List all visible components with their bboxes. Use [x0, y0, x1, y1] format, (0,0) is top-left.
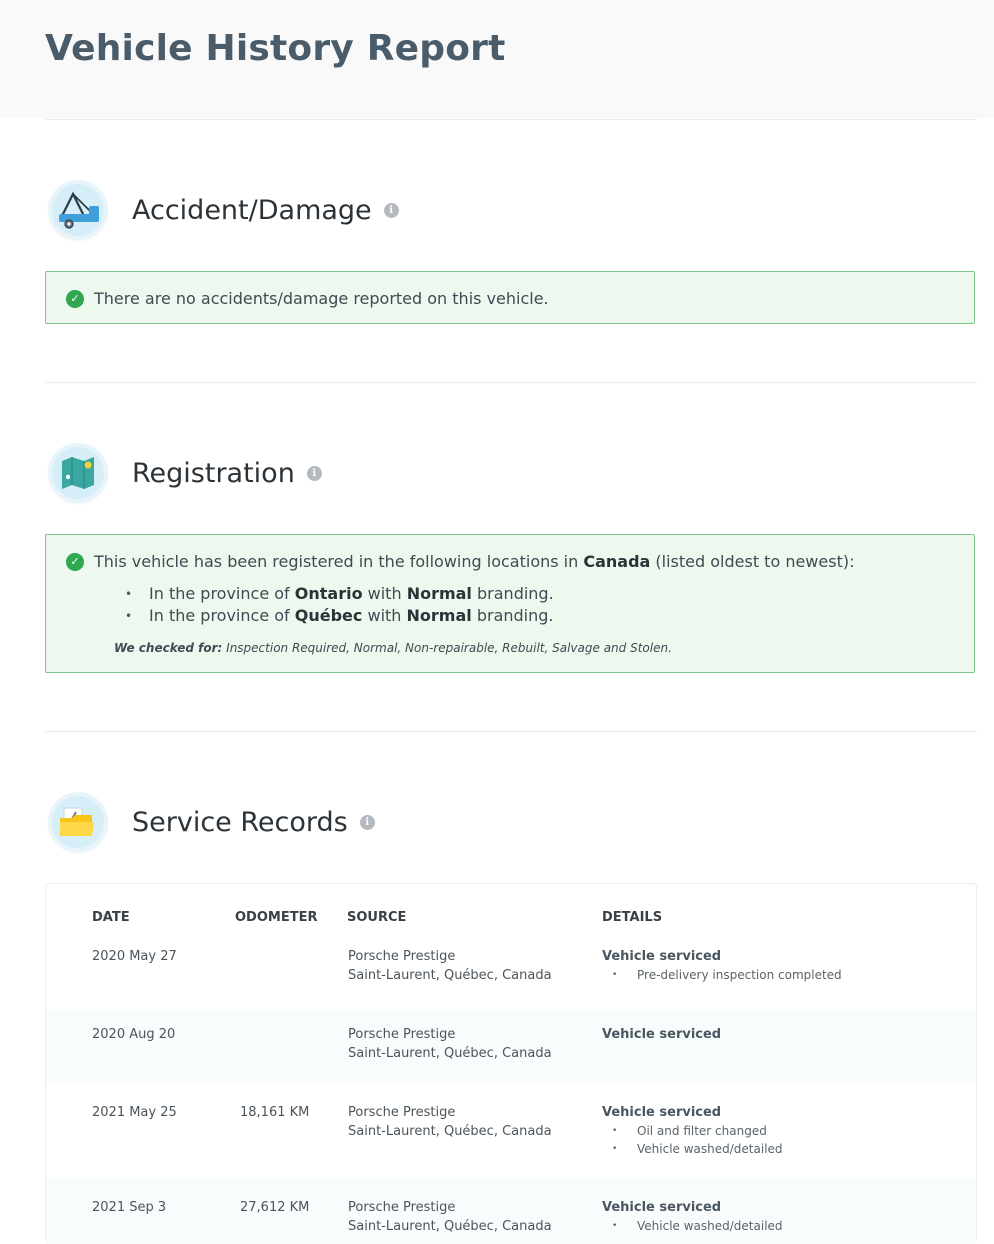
- registration-section-header: Registration i: [48, 443, 322, 503]
- divider: [45, 382, 977, 383]
- registration-status-box: ✓ This vehicle has been registered in th…: [45, 534, 975, 673]
- list-item: Oil and filter changed: [602, 1122, 783, 1140]
- info-icon[interactable]: i: [359, 814, 375, 830]
- table-row: 2020 Aug 20 Porsche Prestige Saint-Lauren…: [46, 1011, 976, 1084]
- country-name: Canada: [583, 552, 651, 571]
- accident-message: There are no accidents/damage reported o…: [94, 289, 549, 308]
- folder-wrench-icon: [48, 792, 108, 852]
- list-item: Vehicle washed/detailed: [602, 1217, 783, 1235]
- row-details: Vehicle serviced Vehicle washed/detailed: [602, 1198, 783, 1235]
- row-date: 2021 Sep 3: [92, 1200, 167, 1215]
- row-source: Porsche Prestige Saint-Laurent, Québec, C…: [348, 1200, 552, 1234]
- table-row: 2020 May 27 Porsche Prestige Saint-Lauren…: [46, 939, 976, 1011]
- tow-truck-icon: [48, 180, 108, 240]
- service-section-header: Service Records i: [48, 792, 375, 852]
- service-records-table: DATE ⌵ ODOMETER SOURCE DETAILS 2020 May 2…: [45, 883, 977, 1244]
- registration-title: Registration: [132, 457, 295, 489]
- list-item: In the province of Ontario with Normal b…: [125, 583, 974, 605]
- row-details: Vehicle serviced: [602, 1027, 722, 1042]
- row-date: 2020 Aug 20: [92, 1027, 176, 1042]
- row-date: 2021 May 25: [92, 1105, 177, 1120]
- table-header: DATE ⌵ ODOMETER SOURCE DETAILS: [92, 910, 663, 925]
- registration-intro: This vehicle has been registered in the …: [94, 552, 855, 571]
- row-source: Porsche Prestige Saint-Laurent, Québec, C…: [348, 1105, 552, 1139]
- check-icon: ✓: [66, 289, 84, 308]
- table-row: 2021 May 25 18,161 KM Porsche Prestige Sa…: [46, 1084, 976, 1179]
- list-item: Pre-delivery inspection completed: [602, 966, 842, 984]
- map-icon: [48, 443, 108, 503]
- row-date: 2020 May 27: [92, 949, 177, 964]
- column-header-details: DETAILS: [602, 910, 663, 925]
- row-source: Porsche Prestige Saint-Laurent, Québec, C…: [348, 949, 552, 983]
- checked-for-note: We checked for: Inspection Required, Nor…: [114, 641, 672, 655]
- check-icon: ✓: [66, 552, 84, 571]
- chevron-down-icon: ⌵: [98, 910, 106, 921]
- accident-title: Accident/Damage: [132, 194, 372, 226]
- divider: [45, 731, 977, 732]
- column-header-odometer: ODOMETER: [235, 910, 318, 925]
- registration-list: In the province of Ontario with Normal b…: [66, 583, 974, 627]
- report-header: Vehicle History Report: [0, 0, 994, 118]
- accident-status-box: ✓ There are no accidents/damage reported…: [45, 271, 975, 324]
- table-row: 2021 Sep 3 27,612 KM Porsche Prestige Sai…: [46, 1179, 976, 1244]
- accident-section-header: Accident/Damage i: [48, 180, 399, 240]
- info-icon[interactable]: i: [306, 465, 322, 481]
- column-header-source: SOURCE: [347, 910, 407, 925]
- row-source: Porsche Prestige Saint-Laurent, Québec, C…: [348, 1027, 552, 1061]
- info-icon[interactable]: i: [383, 202, 399, 218]
- divider: [45, 119, 977, 120]
- row-details: Vehicle serviced Oil and filter changed …: [602, 1103, 783, 1158]
- row-details: Vehicle serviced Pre-delivery inspection…: [602, 947, 842, 984]
- page-title: Vehicle History Report: [45, 28, 506, 69]
- row-odometer: 18,161 KM: [240, 1105, 310, 1120]
- list-item: In the province of Québec with Normal br…: [125, 605, 974, 627]
- list-item: Vehicle washed/detailed: [602, 1140, 783, 1158]
- row-odometer: 27,612 KM: [240, 1200, 310, 1215]
- service-title: Service Records: [132, 806, 348, 838]
